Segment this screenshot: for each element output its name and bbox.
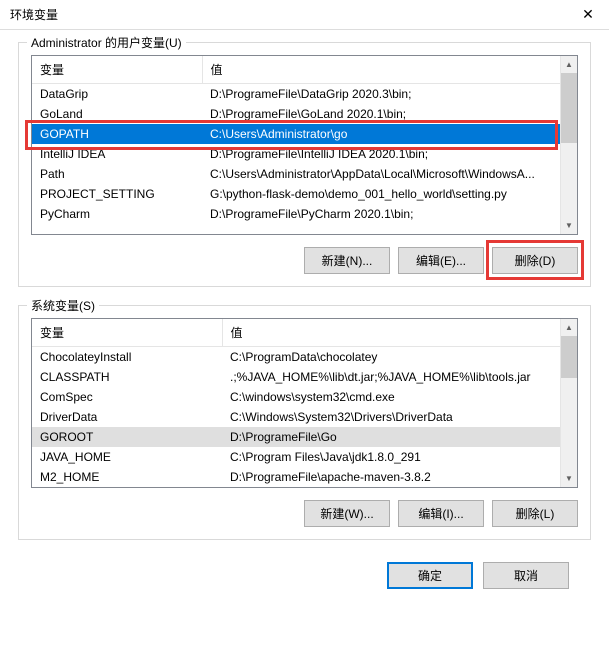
cell-value: .;%JAVA_HOME%\lib\dt.jar;%JAVA_HOME%\lib… [222, 367, 560, 387]
table-row[interactable]: ComSpecC:\windows\system32\cmd.exe [32, 387, 560, 407]
cell-variable: GOROOT [32, 427, 222, 447]
cell-variable: PROJECT_SETTING [32, 184, 202, 204]
table-row[interactable]: CLASSPATH.;%JAVA_HOME%\lib\dt.jar;%JAVA_… [32, 367, 560, 387]
table-row[interactable]: JAVA_HOMEC:\Program Files\Java\jdk1.8.0_… [32, 447, 560, 467]
table-row[interactable]: GOROOTD:\ProgrameFile\Go [32, 427, 560, 447]
table-row[interactable]: ChocolateyInstallC:\ProgramData\chocolat… [32, 347, 560, 368]
cell-value: D:\ProgrameFile\Go [222, 427, 560, 447]
cell-value: D:\ProgrameFile\apache-maven-3.8.2 [222, 467, 560, 487]
cell-value: C:\Users\Administrator\AppData\Local\Mic… [202, 164, 560, 184]
table-row[interactable]: PROJECT_SETTINGG:\python-flask-demo\demo… [32, 184, 560, 204]
cell-variable: GoLand [32, 104, 202, 124]
sys-delete-button[interactable]: 删除(L) [492, 500, 578, 527]
cell-variable: GOPATH [32, 124, 202, 144]
table-row[interactable]: GoLandD:\ProgrameFile\GoLand 2020.1\bin; [32, 104, 560, 124]
sys-scrollbar[interactable]: ▲ ▼ [560, 319, 577, 487]
cell-value: D:\ProgrameFile\IntelliJ IDEA 2020.1\bin… [202, 144, 560, 164]
cell-value: C:\Users\Administrator\go [202, 124, 560, 144]
sys-edit-button[interactable]: 编辑(I)... [398, 500, 484, 527]
cell-value: D:\ProgrameFile\PyCharm 2020.1\bin; [202, 204, 560, 224]
ok-button[interactable]: 确定 [387, 562, 473, 589]
table-row[interactable]: PyCharmD:\ProgrameFile\PyCharm 2020.1\bi… [32, 204, 560, 224]
cell-variable: M2_HOME [32, 467, 222, 487]
cell-value: D:\ProgrameFile\GoLand 2020.1\bin; [202, 104, 560, 124]
cell-variable: IntelliJ IDEA [32, 144, 202, 164]
scroll-up-icon[interactable]: ▲ [561, 319, 577, 336]
cell-variable: PyCharm [32, 204, 202, 224]
user-scrollbar[interactable]: ▲ ▼ [560, 56, 577, 234]
cell-value: C:\windows\system32\cmd.exe [222, 387, 560, 407]
dialog-footer: 确定 取消 [16, 558, 593, 589]
cell-variable: ChocolateyInstall [32, 347, 222, 368]
sys-group-label: 系统变量(S) [27, 297, 99, 314]
system-variables-table[interactable]: 变量 值 ChocolateyInstallC:\ProgramData\cho… [31, 318, 578, 488]
user-variables-table[interactable]: 变量 值 DataGripD:\ProgrameFile\DataGrip 20… [31, 55, 578, 235]
cell-value: C:\Windows\System32\Drivers\DriverData [222, 407, 560, 427]
user-buttons-row: 新建(N)... 编辑(E)... 删除(D) [31, 247, 578, 274]
cell-value: C:\ProgramData\chocolatey [222, 347, 560, 368]
user-variables-group: Administrator 的用户变量(U) 变量 值 DataGripD:\P… [18, 42, 591, 287]
sys-new-button[interactable]: 新建(W)... [304, 500, 390, 527]
cell-variable: DriverData [32, 407, 222, 427]
cell-value: G:\python-flask-demo\demo_001_hello_worl… [202, 184, 560, 204]
titlebar: 环境变量 ✕ [0, 0, 609, 30]
content: Administrator 的用户变量(U) 变量 值 DataGripD:\P… [0, 30, 609, 597]
cell-variable: CLASSPATH [32, 367, 222, 387]
user-new-button[interactable]: 新建(N)... [304, 247, 390, 274]
table-row[interactable]: DriverDataC:\Windows\System32\Drivers\Dr… [32, 407, 560, 427]
system-variables-group: 系统变量(S) 变量 值 ChocolateyInstallC:\Program… [18, 305, 591, 540]
cell-variable: JAVA_HOME [32, 447, 222, 467]
close-button[interactable]: ✕ [567, 0, 609, 30]
table-row[interactable]: PathC:\Users\Administrator\AppData\Local… [32, 164, 560, 184]
user-edit-button[interactable]: 编辑(E)... [398, 247, 484, 274]
cell-value: C:\Program Files\Java\jdk1.8.0_291 [222, 447, 560, 467]
col-value[interactable]: 值 [222, 319, 560, 347]
table-row[interactable]: IntelliJ IDEAD:\ProgrameFile\IntelliJ ID… [32, 144, 560, 164]
cancel-button[interactable]: 取消 [483, 562, 569, 589]
scroll-down-icon[interactable]: ▼ [561, 470, 577, 487]
cell-value: D:\ProgrameFile\DataGrip 2020.3\bin; [202, 84, 560, 105]
col-variable[interactable]: 变量 [32, 56, 202, 84]
cell-variable: ComSpec [32, 387, 222, 407]
col-variable[interactable]: 变量 [32, 319, 222, 347]
scroll-up-icon[interactable]: ▲ [561, 56, 577, 73]
table-row[interactable]: DataGripD:\ProgrameFile\DataGrip 2020.3\… [32, 84, 560, 105]
cell-variable: Path [32, 164, 202, 184]
close-icon: ✕ [582, 6, 594, 23]
scroll-down-icon[interactable]: ▼ [561, 217, 577, 234]
table-header-row: 变量 值 [32, 56, 560, 84]
window-title: 环境变量 [10, 6, 58, 23]
table-header-row: 变量 值 [32, 319, 560, 347]
user-group-label: Administrator 的用户变量(U) [27, 34, 186, 51]
user-delete-button[interactable]: 删除(D) [492, 247, 578, 274]
table-row[interactable]: M2_HOMED:\ProgrameFile\apache-maven-3.8.… [32, 467, 560, 487]
cell-variable: DataGrip [32, 84, 202, 105]
col-value[interactable]: 值 [202, 56, 560, 84]
table-row[interactable]: GOPATHC:\Users\Administrator\go [32, 124, 560, 144]
sys-buttons-row: 新建(W)... 编辑(I)... 删除(L) [31, 500, 578, 527]
